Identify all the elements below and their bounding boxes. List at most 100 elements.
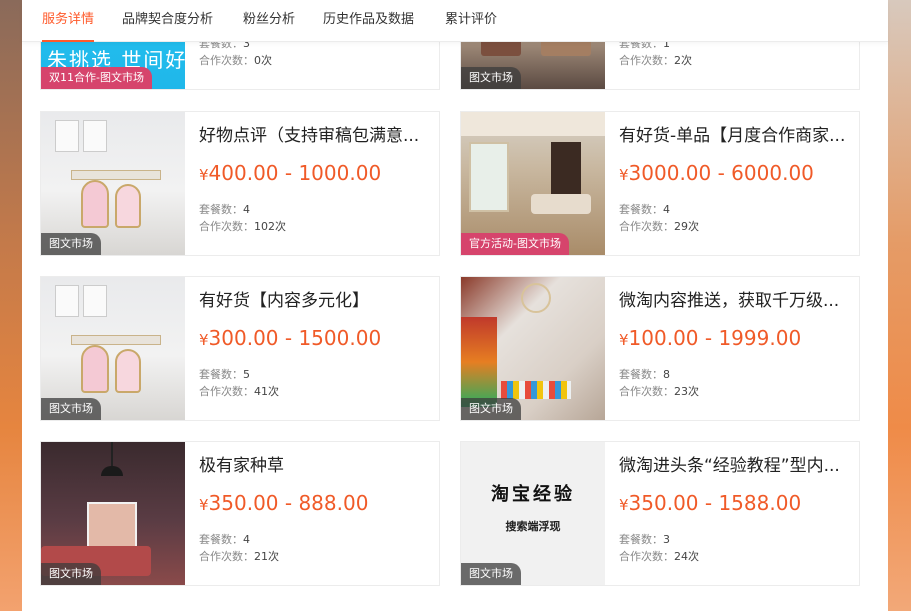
- tab-reviews[interactable]: 累计评价: [445, 0, 497, 42]
- service-panel: 服务详情 品牌契合度分析 粉丝分析 历史作品及数据 累计评价 朱挑选 世间好 双…: [22, 0, 888, 611]
- page-background-left: [0, 0, 22, 611]
- collab-count: 24次: [674, 550, 699, 563]
- collab-count-label: 合作次数：: [619, 385, 674, 398]
- table-shape: [71, 170, 161, 180]
- rug-shape: [501, 381, 571, 399]
- collab-count: 29次: [674, 220, 699, 233]
- currency-symbol: ¥: [199, 331, 209, 349]
- currency-symbol: ¥: [619, 166, 629, 184]
- package-count-label: 套餐数：: [619, 203, 663, 216]
- chair-shape: [81, 345, 109, 393]
- package-count: 5: [243, 368, 250, 381]
- price-range: ¥300.00 - 1500.00: [199, 326, 381, 350]
- service-category-tag: 官方活动-图文市场: [461, 233, 569, 255]
- sofa-shape: [531, 194, 591, 214]
- collab-count-label: 合作次数：: [199, 385, 254, 398]
- service-category-tag: 图文市场: [41, 563, 101, 585]
- mural-shape: [461, 317, 497, 407]
- price-value: 100.00 - 1999.00: [628, 326, 802, 350]
- thumbnail-title: 淘宝经验: [491, 484, 575, 505]
- tab-bar: 服务详情 品牌契合度分析 粉丝分析 历史作品及数据 累计评价: [22, 0, 888, 42]
- wall-art: [55, 285, 79, 317]
- collab-count-label: 合作次数：: [199, 220, 254, 233]
- tab-brand-fit-analysis[interactable]: 品牌契合度分析: [122, 0, 213, 42]
- table-shape: [71, 335, 161, 345]
- service-card[interactable]: 图文市场 有好货【内容多元化】 ¥300.00 - 1500.00 套餐数：5 …: [40, 276, 440, 421]
- currency-symbol: ¥: [619, 331, 629, 349]
- price-range: ¥400.00 - 1000.00: [199, 161, 381, 185]
- package-count-label: 套餐数：: [199, 368, 243, 381]
- package-count-label: 套餐数：: [199, 203, 243, 216]
- service-category-tag: 图文市场: [41, 398, 101, 420]
- service-title[interactable]: 微淘进头条“经验教程”型内...: [619, 451, 851, 476]
- window-shape: [469, 142, 509, 212]
- collab-count-label: 合作次数：: [199, 550, 254, 563]
- price-value: 3000.00 - 6000.00: [628, 161, 814, 185]
- currency-symbol: ¥: [199, 166, 209, 184]
- price-value: 300.00 - 1500.00: [208, 326, 382, 350]
- service-title[interactable]: 好物点评（支持审稿包满意...: [199, 121, 431, 146]
- package-count: 4: [243, 533, 250, 546]
- price-range: ¥100.00 - 1999.00: [619, 326, 801, 350]
- service-thumbnail: 图文市场: [41, 277, 185, 420]
- collab-count-label: 合作次数：: [199, 54, 254, 67]
- lamp-shape: [101, 466, 123, 476]
- collab-count: 41次: [254, 385, 279, 398]
- collab-count: 2次: [674, 54, 692, 67]
- service-thumbnail: 官方活动-图文市场: [461, 112, 605, 255]
- collab-count: 21次: [254, 550, 279, 563]
- tab-fan-analysis[interactable]: 粉丝分析: [243, 0, 295, 42]
- wall-art: [55, 120, 79, 152]
- collab-count: 102次: [254, 220, 286, 233]
- service-title[interactable]: 有好货【内容多元化】: [199, 286, 431, 311]
- service-thumbnail: 图文市场: [41, 442, 185, 585]
- service-category-tag: 图文市场: [41, 233, 101, 255]
- service-card[interactable]: 淘宝经验 搜索端浮现 图文市场 微淘进头条“经验教程”型内... ¥350.00…: [460, 441, 860, 586]
- service-category-tag: 图文市场: [461, 398, 521, 420]
- service-category-tag: 图文市场: [461, 67, 521, 89]
- price-value: 400.00 - 1000.00: [208, 161, 382, 185]
- service-card[interactable]: 官方活动-图文市场 有好货-单品【月度合作商家... ¥3000.00 - 60…: [460, 111, 860, 256]
- price-range: ¥3000.00 - 6000.00: [619, 161, 814, 185]
- door-shape: [551, 142, 581, 202]
- service-card[interactable]: 图文市场 微淘内容推送，获取千万级... ¥100.00 - 1999.00 套…: [460, 276, 860, 421]
- service-thumbnail: 图文市场: [461, 277, 605, 420]
- service-card[interactable]: 图文市场 好物点评（支持审稿包满意... ¥400.00 - 1000.00 套…: [40, 111, 440, 256]
- package-count: 4: [243, 203, 250, 216]
- service-category-tag: 双11合作-图文市场: [41, 67, 152, 89]
- service-thumbnail: 淘宝经验 搜索端浮现 图文市场: [461, 442, 605, 585]
- collab-count: 0次: [254, 54, 272, 67]
- wall-art: [83, 285, 107, 317]
- service-card[interactable]: 图文市场 极有家种草 ¥350.00 - 888.00 套餐数：4 合作次数：2…: [40, 441, 440, 586]
- lamp-cord: [111, 442, 113, 466]
- currency-symbol: ¥: [619, 496, 629, 514]
- chair-shape: [115, 349, 141, 393]
- thumbnail-subtitle: 搜索端浮现: [505, 520, 561, 533]
- price-value: 350.00 - 1588.00: [628, 491, 802, 515]
- collab-count-label: 合作次数：: [619, 220, 674, 233]
- package-count-label: 套餐数：: [619, 533, 663, 546]
- collab-count-label: 合作次数：: [619, 54, 674, 67]
- service-thumbnail: 图文市场: [41, 112, 185, 255]
- service-title[interactable]: 有好货-单品【月度合作商家...: [619, 121, 851, 146]
- package-count: 3: [663, 533, 670, 546]
- price-range: ¥350.00 - 888.00: [199, 491, 368, 515]
- chair-shape: [115, 184, 141, 228]
- collab-count-label: 合作次数：: [619, 550, 674, 563]
- collab-count: 23次: [674, 385, 699, 398]
- tab-history-works[interactable]: 历史作品及数据: [323, 0, 414, 42]
- tab-service-details[interactable]: 服务详情: [42, 0, 95, 42]
- currency-symbol: ¥: [199, 496, 209, 514]
- price-value: 350.00 - 888.00: [208, 491, 369, 515]
- chandelier-shape: [521, 283, 551, 313]
- package-count-label: 套餐数：: [619, 368, 663, 381]
- wall-art: [83, 120, 107, 152]
- service-title[interactable]: 微淘内容推送，获取千万级...: [619, 286, 851, 311]
- ceiling-shape: [461, 112, 605, 136]
- package-count: 8: [663, 368, 670, 381]
- package-count: 4: [663, 203, 670, 216]
- price-range: ¥350.00 - 1588.00: [619, 491, 801, 515]
- service-title[interactable]: 极有家种草: [199, 451, 431, 476]
- package-count-label: 套餐数：: [199, 533, 243, 546]
- service-category-tag: 图文市场: [461, 563, 521, 585]
